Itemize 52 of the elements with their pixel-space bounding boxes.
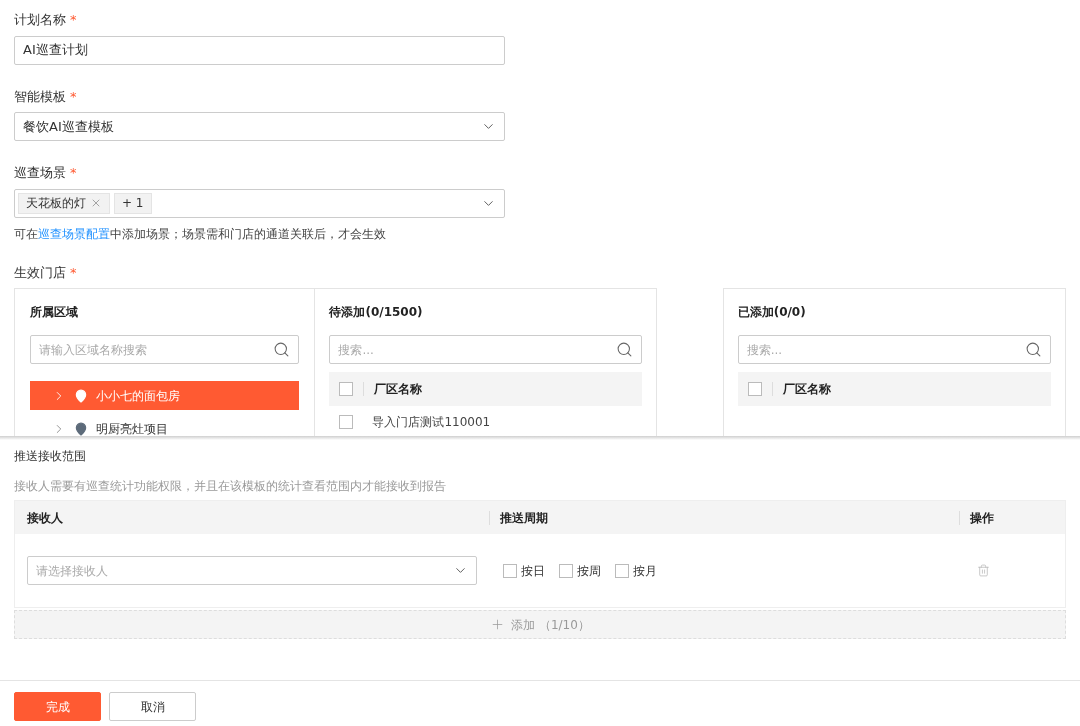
column-header: 操作 [970,509,994,527]
close-icon[interactable] [90,197,102,209]
column-header: 厂区名称 [374,381,423,398]
plus-icon [490,617,506,632]
search-icon [1025,341,1042,358]
hint-text: 可在巡查场景配置中添加场景；场景需和门店的通道关联后，才会生效 [14,225,387,243]
panel-title: 所属区域 [30,304,79,321]
receiver-select[interactable]: 请选择接收人 [27,556,477,585]
checkbox-label: 按周 [577,562,601,580]
checkbox-label: 按日 [521,562,545,580]
checkbox-label: 按月 [633,562,657,580]
period-checkbox[interactable] [615,563,629,578]
region-tree-item[interactable]: 明厨亮灶项目 [30,414,300,438]
search-field[interactable]: 搜索... [737,335,1051,364]
multi-select-field[interactable]: 天花板的灯 + 1 [14,188,505,218]
row-checkbox[interactable] [339,415,354,429]
period-checkbox[interactable] [503,563,517,578]
region-tree-item[interactable]: 小小七的面包房 [30,381,300,410]
column-header: 厂区名称 [782,381,831,398]
search-icon [273,341,291,358]
panel-title: 已添加(0/0) [737,304,807,321]
required-mark: * [70,164,77,182]
section-title: 推送接收范围 [14,448,87,465]
required-mark: * [70,87,77,106]
column-header: 推送周期 [500,509,548,527]
field-label: 计划名称 [14,11,66,29]
trash-icon[interactable] [977,564,990,577]
field-label: 巡查场景 [14,164,66,182]
search-field[interactable]: 搜索... [329,335,642,364]
location-pin-icon [74,421,88,436]
location-pin-icon [74,388,88,403]
select-all-checkbox[interactable] [747,382,762,396]
search-field[interactable]: 请输入区域名称搜索 [30,335,300,364]
scene-config-link[interactable]: 巡查场景配置 [38,226,110,241]
search-icon [615,341,633,358]
table-cell-text: 导入门店测试110001 [372,414,491,431]
field-label: 生效门店 [14,263,66,282]
add-row-button[interactable]: 添加 （1/10） [14,610,1066,639]
hint-text: 接收人需要有巡查统计功能权限，并且在该模板的统计查看范围内才能接收到报告 [14,478,447,495]
field-label: 智能模板 [14,87,66,106]
required-mark: * [70,11,77,29]
text-field[interactable]: AI巡查计划 [14,35,505,65]
select-field[interactable]: 餐饮AI巡查模板 [14,112,505,141]
period-checkbox[interactable] [559,563,573,578]
more-count-tag: + 1 [114,192,152,214]
cancel-button[interactable]: 取消 [109,692,196,721]
done-button[interactable]: 完成 [14,692,101,721]
select-all-checkbox[interactable] [339,382,354,396]
panel-title: 待添加(0/1500) [329,304,424,321]
tag: 天花板的灯 [18,192,110,214]
column-header: 接收人 [27,509,63,527]
required-mark: * [70,263,77,282]
